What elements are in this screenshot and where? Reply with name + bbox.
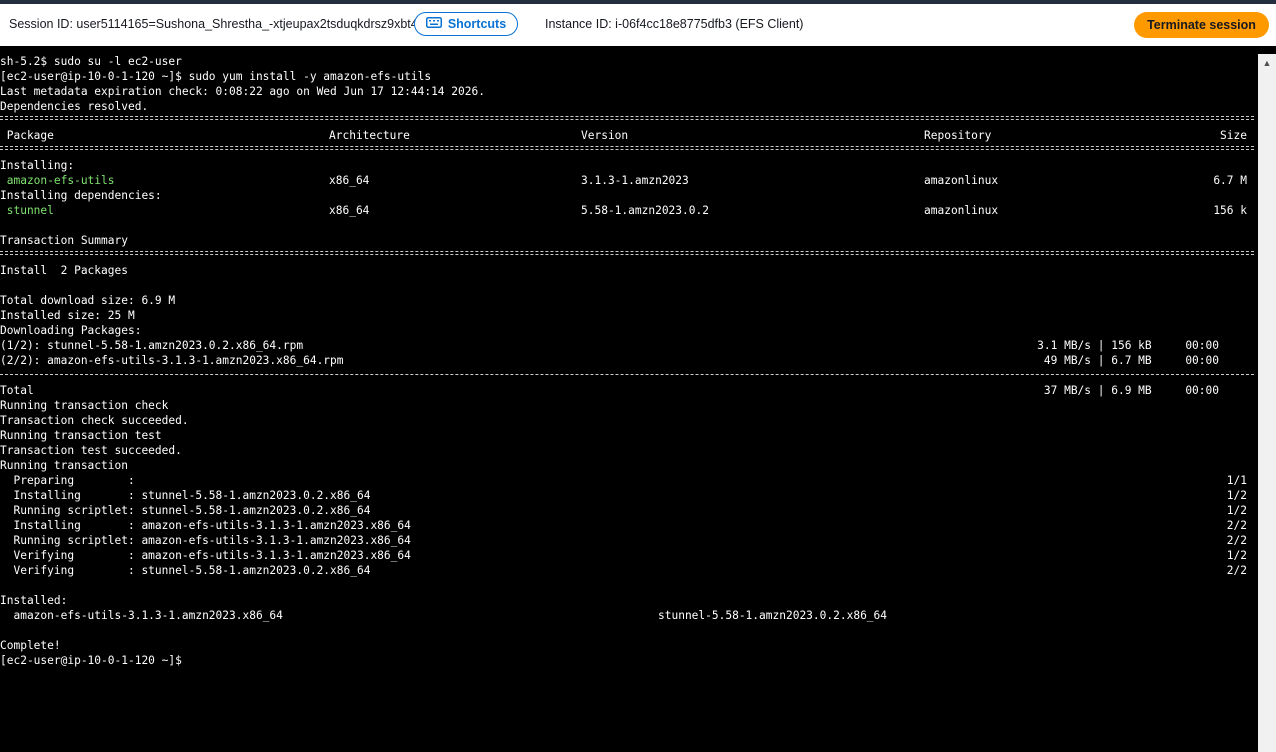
package-size: 6.7 M xyxy=(1213,174,1247,187)
package-name: amazon-efs-utils xyxy=(0,174,115,187)
terminal-line: Install 2 Packages xyxy=(0,264,128,277)
separator xyxy=(0,146,1254,150)
terminal-line: Running transaction test xyxy=(0,429,162,442)
shell-prompt[interactable]: [ec2-user@ip-10-0-1-120 ~]$ xyxy=(0,653,182,668)
package-arch: x86_64 xyxy=(329,174,370,187)
installed-package: stunnel-5.58-1.amzn2023.0.2.x86_64 xyxy=(658,609,888,622)
shortcuts-label: Shortcuts xyxy=(447,17,507,31)
column-header-package: Package xyxy=(0,129,54,142)
package-repo: amazonlinux xyxy=(924,174,999,187)
session-toolbar: Session ID: user5114165=Sushona_Shrestha… xyxy=(0,0,1276,46)
step-line: Verifying : stunnel-5.58-1.amzn2023.0.2.… xyxy=(0,564,371,577)
package-name: stunnel xyxy=(0,204,54,217)
step-count: 1/1 xyxy=(1226,474,1247,487)
step-count: 2/2 xyxy=(1226,534,1247,547)
download-stats: 3.1 MB/s | 156 kB 00:00 xyxy=(1037,339,1219,352)
step-count: 2/2 xyxy=(1226,564,1247,577)
download-stats: 49 MB/s | 6.7 MB 00:00 xyxy=(1043,354,1219,367)
instance-id-label: Instance ID: i-06f4cc18e8775dfb3 (EFS Cl… xyxy=(545,17,804,31)
total-line: Total xyxy=(0,384,34,397)
terminal-line: Installing dependencies: xyxy=(0,189,162,202)
terminal-line: Running transaction xyxy=(0,459,128,472)
terminal-line: Installed: xyxy=(0,594,68,607)
step-line: Installing : stunnel-5.58-1.amzn2023.0.2… xyxy=(0,489,371,502)
separator xyxy=(0,116,1254,120)
column-header-architecture: Architecture xyxy=(329,129,410,142)
terminal-line: [ec2-user@ip-10-0-1-120 ~]$ sudo yum ins… xyxy=(0,70,432,83)
terminal-line: Installing: xyxy=(0,159,75,172)
terminate-session-button[interactable]: Terminate session xyxy=(1134,12,1269,38)
terminal-line: Transaction Summary xyxy=(0,234,128,247)
terminal-line: Downloading Packages: xyxy=(0,324,142,337)
package-arch: x86_64 xyxy=(329,204,370,217)
total-stats: 37 MB/s | 6.9 MB 00:00 xyxy=(1043,384,1219,397)
terminal-line: Running transaction check xyxy=(0,399,169,412)
package-size: 156 k xyxy=(1213,204,1247,217)
step-line: Preparing : xyxy=(0,474,135,487)
step-line: Running scriptlet: amazon-efs-utils-3.1.… xyxy=(0,534,411,547)
terminal-line: Dependencies resolved. xyxy=(0,100,149,113)
step-line: Running scriptlet: stunnel-5.58-1.amzn20… xyxy=(0,504,371,517)
step-count: 1/2 xyxy=(1226,489,1247,502)
terminal-line: Transaction test succeeded. xyxy=(0,444,182,457)
separator xyxy=(0,374,1254,375)
package-repo: amazonlinux xyxy=(924,204,999,217)
terminal-output[interactable]: sh-5.2$ sudo su -l ec2-user [ec2-user@ip… xyxy=(0,54,1258,752)
download-line: (1/2): stunnel-5.58-1.amzn2023.0.2.x86_6… xyxy=(0,339,304,352)
terminal-line: Complete! xyxy=(0,639,61,652)
column-header-version: Version xyxy=(581,129,629,142)
package-version: 5.58-1.amzn2023.0.2 xyxy=(581,204,709,217)
column-header-repository: Repository xyxy=(924,129,992,142)
step-line: Installing : amazon-efs-utils-3.1.3-1.am… xyxy=(0,519,411,532)
terminal-line: Transaction check succeeded. xyxy=(0,414,189,427)
terminal-line: Installed size: 25 M xyxy=(0,309,135,322)
terminal-line: Last metadata expiration check: 0:08:22 … xyxy=(0,85,485,98)
step-line: Verifying : amazon-efs-utils-3.1.3-1.amz… xyxy=(0,549,411,562)
top-border xyxy=(0,0,1276,4)
download-line: (2/2): amazon-efs-utils-3.1.3-1.amzn2023… xyxy=(0,354,344,367)
installed-package: amazon-efs-utils-3.1.3-1.amzn2023.x86_64 xyxy=(0,609,283,622)
column-header-size: Size xyxy=(1220,129,1247,142)
separator xyxy=(0,251,1254,255)
step-count: 2/2 xyxy=(1226,519,1247,532)
step-count: 1/2 xyxy=(1226,549,1247,562)
scroll-up-arrow-icon[interactable]: ▲ xyxy=(1258,54,1276,72)
step-count: 1/2 xyxy=(1226,504,1247,517)
session-id-label: Session ID: user5114165=Sushona_Shrestha… xyxy=(9,17,432,31)
keyboard-icon xyxy=(425,17,442,31)
terminal-scrollbar[interactable]: ▲ xyxy=(1258,54,1276,752)
package-version: 3.1.3-1.amzn2023 xyxy=(581,174,689,187)
terminal-line: sh-5.2$ sudo su -l ec2-user xyxy=(0,55,182,68)
terminal-line: Total download size: 6.9 M xyxy=(0,294,176,307)
shortcuts-button[interactable]: Shortcuts xyxy=(414,12,518,36)
